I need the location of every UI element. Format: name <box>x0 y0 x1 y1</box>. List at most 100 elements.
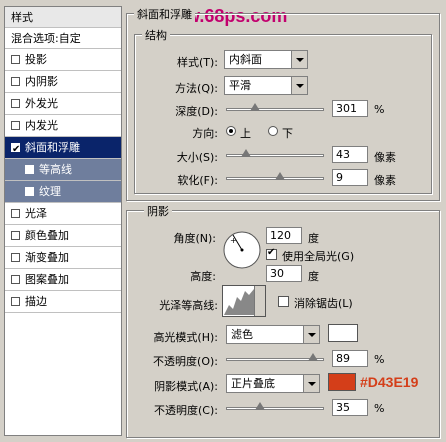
depth-label: 深度(D): <box>175 105 218 118</box>
sidebar-item[interactable]: ✔ 斜面和浮雕 <box>5 137 121 159</box>
sidebar-item-label: 渐变叠加 <box>25 251 69 264</box>
sidebar-item-checkbox[interactable] <box>11 121 20 130</box>
chevron-down-icon[interactable] <box>303 326 319 343</box>
altitude-input[interactable]: 30 <box>266 265 302 282</box>
soften-unit: 像素 <box>374 174 396 187</box>
size-slider-thumb[interactable] <box>240 149 251 157</box>
shadow-color-swatch[interactable] <box>328 373 356 391</box>
method-label: 方法(Q): <box>175 82 218 95</box>
sidebar-item-label: 投影 <box>25 53 47 66</box>
global-light-label: 使用全局光(G) <box>282 250 355 263</box>
angle-input[interactable]: 120 <box>266 227 302 244</box>
style-list-panel: 样式 混合选项:自定 投影内阴影外发光内发光 ✔ 斜面和浮雕等高线纹理光泽颜色叠加渐… <box>4 6 122 436</box>
structure-title: 结构 <box>142 27 170 43</box>
shadow-mode-label: 阴影模式(A): <box>154 380 218 393</box>
sidebar-item-checkbox[interactable] <box>11 275 20 284</box>
shadow-opacity-slider[interactable] <box>226 407 324 410</box>
chevron-down-icon[interactable] <box>303 375 319 392</box>
angle-dial[interactable]: + <box>222 230 262 270</box>
chevron-down-icon[interactable] <box>254 286 265 316</box>
highlight-opacity-unit: % <box>374 353 385 366</box>
sidebar-item-label: 光泽 <box>25 207 47 220</box>
direction-label: 方向: <box>192 127 218 140</box>
sidebar-item-checkbox[interactable] <box>25 165 34 174</box>
highlight-mode-value: 滤色 <box>231 328 253 341</box>
blend-options-item[interactable]: 混合选项:自定 <box>5 28 121 49</box>
sidebar-item[interactable]: 描边 <box>5 291 121 313</box>
blend-options-label: 混合选项:自定 <box>11 32 81 45</box>
shadow-opacity-unit: % <box>374 402 385 415</box>
altitude-label: 高度: <box>190 270 216 283</box>
sidebar-item-label: 外发光 <box>25 97 58 110</box>
chevron-down-icon[interactable] <box>291 51 307 68</box>
style-select-value: 内斜面 <box>229 53 262 66</box>
sidebar-item-label: 颜色叠加 <box>25 229 69 242</box>
sidebar-item[interactable]: 外发光 <box>5 93 121 115</box>
svg-text:+: + <box>230 236 237 245</box>
depth-input[interactable]: 301 <box>332 100 368 117</box>
sidebar-item-checkbox[interactable] <box>11 253 20 262</box>
sidebar-item-checkbox[interactable] <box>11 297 20 306</box>
sidebar-item[interactable]: 内发光 <box>5 115 121 137</box>
highlight-mode-select[interactable]: 滤色 <box>226 325 320 344</box>
style-select[interactable]: 内斜面 <box>224 50 308 69</box>
sidebar-item[interactable]: 光泽 <box>5 203 121 225</box>
shadow-mode-value: 正片叠底 <box>231 377 275 390</box>
contour-curve-icon <box>224 289 254 315</box>
method-select-value: 平滑 <box>229 79 251 92</box>
soften-slider-thumb[interactable] <box>274 172 285 180</box>
depth-slider-thumb[interactable] <box>250 103 261 111</box>
bevel-emboss-title: 斜面和浮雕 <box>134 6 195 22</box>
sidebar-item-label: 内阴影 <box>25 75 58 88</box>
sidebar-item-checkbox[interactable] <box>11 231 20 240</box>
method-select[interactable]: 平滑 <box>224 76 308 95</box>
sidebar-item-label: 纹理 <box>39 185 61 198</box>
sidebar-item[interactable]: 渐变叠加 <box>5 247 121 269</box>
sidebar-title[interactable]: 样式 <box>5 7 121 28</box>
highlight-color-swatch[interactable] <box>328 324 358 342</box>
shading-title: 阴影 <box>144 203 172 219</box>
sidebar-item-label: 斜面和浮雕 <box>25 141 80 154</box>
depth-unit: % <box>374 103 385 116</box>
sidebar-item-checkbox[interactable] <box>11 209 20 218</box>
angle-unit: 度 <box>308 232 319 245</box>
shadow-opacity-thumb[interactable] <box>255 402 266 410</box>
highlight-opacity-label: 不透明度(O): <box>153 355 218 368</box>
anti-alias-checkbox[interactable] <box>278 296 289 307</box>
direction-up-label: 上 <box>240 127 251 140</box>
highlight-opacity-thumb[interactable] <box>308 353 319 361</box>
global-light-checkbox[interactable] <box>266 247 277 260</box>
highlight-opacity-input[interactable]: 89 <box>332 350 368 367</box>
sidebar-item-checkbox[interactable] <box>11 99 20 108</box>
direction-up-radio[interactable] <box>226 126 236 136</box>
chevron-down-icon[interactable] <box>291 77 307 94</box>
anti-alias-label: 消除锯齿(L) <box>294 297 353 310</box>
shadow-color-annotation: #D43E19 <box>360 374 419 390</box>
depth-slider[interactable] <box>226 108 324 111</box>
angle-label: 角度(N): <box>173 232 216 245</box>
sidebar-item-checkbox[interactable] <box>25 187 34 196</box>
direction-down-radio[interactable] <box>268 126 278 136</box>
soften-input[interactable]: 9 <box>332 169 368 186</box>
soften-label: 软化(F): <box>177 174 218 187</box>
shadow-opacity-label: 不透明度(C): <box>154 404 218 417</box>
sidebar-item-label: 内发光 <box>25 119 58 132</box>
sidebar-item-label: 等高线 <box>39 163 72 176</box>
sidebar-item[interactable]: 内阴影 <box>5 71 121 93</box>
sidebar-item-checkbox[interactable] <box>11 77 20 86</box>
shadow-mode-select[interactable]: 正片叠底 <box>226 374 320 393</box>
check-icon: ✔ <box>12 144 21 155</box>
size-input[interactable]: 43 <box>332 146 368 163</box>
sidebar-item[interactable]: 投影 <box>5 49 121 71</box>
sidebar-item-checkbox[interactable]: ✔ <box>11 143 20 155</box>
sidebar-item[interactable]: 等高线 <box>5 159 121 181</box>
shadow-opacity-input[interactable]: 35 <box>332 399 368 416</box>
highlight-mode-label: 高光模式(H): <box>153 331 218 344</box>
sidebar-item[interactable]: 颜色叠加 <box>5 225 121 247</box>
gloss-contour-picker[interactable] <box>222 285 266 317</box>
sidebar-item[interactable]: 纹理 <box>5 181 121 203</box>
style-label: 样式(T): <box>176 56 218 69</box>
sidebar-item[interactable]: 图案叠加 <box>5 269 121 291</box>
sidebar-item-checkbox[interactable] <box>11 55 20 64</box>
sidebar-item-label: 图案叠加 <box>25 273 69 286</box>
